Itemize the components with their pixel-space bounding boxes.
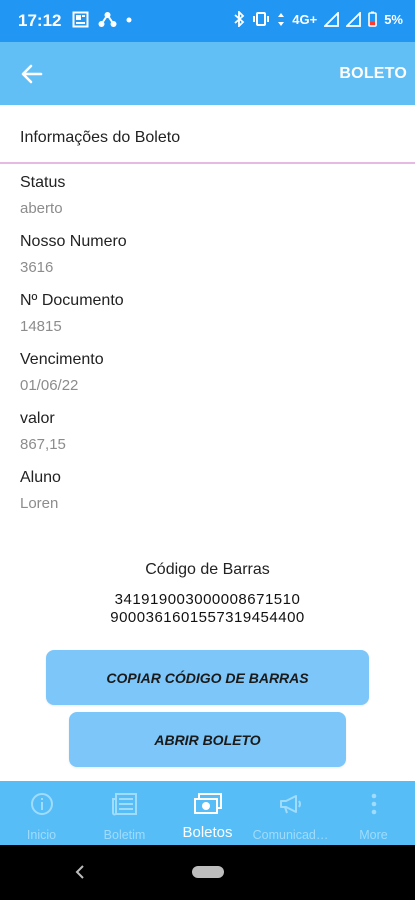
dot-icon (126, 17, 132, 22)
status-bar: 17:12 4G+ 5% (0, 0, 415, 42)
field-nosso-numero: Nosso Numero 3616 (20, 231, 127, 290)
nav-label: Boletos (182, 824, 233, 841)
money-icon (193, 793, 222, 814)
field-label: Aluno (20, 469, 61, 486)
open-boleto-button[interactable]: ABRIR BOLETO (69, 712, 346, 767)
copy-barcode-button[interactable]: COPIAR CÓDIGO DE BARRAS (46, 650, 369, 705)
info-icon (30, 793, 53, 815)
nav-item-inicio[interactable]: Inicio (0, 781, 83, 845)
field-status: Status aberto (20, 172, 127, 231)
arrow-back-icon (21, 64, 43, 84)
field-label: Nº Documento (20, 292, 124, 309)
battery-low-icon (368, 11, 378, 27)
field-aluno: Aluno Loren (20, 467, 127, 526)
barcode-value: 341919003000008671510 900036160155731945… (100, 591, 315, 627)
section-divider (0, 162, 415, 164)
nav-item-boletim[interactable]: Boletim (83, 781, 166, 845)
network-type: 4G+ (292, 11, 318, 27)
system-home-button[interactable] (192, 866, 224, 878)
field-label: Status (20, 174, 66, 191)
system-nav-bar (0, 845, 415, 900)
app-bar: BOLETO (0, 42, 415, 105)
page-title: BOLETO (339, 65, 407, 82)
barcode-title: Código de Barras (145, 561, 270, 578)
nav-item-comunicados[interactable]: Comunicad… (249, 781, 332, 845)
barcode-line-2: 900036160155731945440​0 (110, 609, 305, 626)
vibrate-icon (253, 12, 270, 26)
field-label: Vencimento (20, 351, 104, 368)
field-value: aberto (20, 200, 63, 217)
status-time: 17:12 (18, 11, 62, 30)
nav-label: More (359, 828, 388, 842)
data-arrows-icon (278, 12, 285, 26)
news-notification-icon (72, 11, 89, 28)
boleto-details: Status aberto Nosso Numero 3616 Nº Docum… (20, 172, 127, 526)
megaphone-icon (279, 795, 301, 814)
battery-percent: 5% (384, 11, 403, 27)
back-button[interactable] (14, 57, 50, 91)
bottom-nav: Inicio Boletim Boletos Comunicad… More (0, 781, 415, 845)
bluetooth-icon (234, 11, 245, 27)
field-value: 3616 (20, 259, 54, 276)
more-vertical-icon (371, 793, 376, 815)
nav-label: Inicio (26, 828, 57, 842)
system-back-icon[interactable] (74, 863, 86, 881)
field-documento: Nº Documento 14815 (20, 290, 127, 349)
network-notification-icon (98, 12, 117, 27)
field-value: 14815 (20, 318, 62, 335)
field-label: Nosso Numero (20, 233, 127, 250)
field-value: 867,15 (20, 436, 66, 453)
nav-item-boletos[interactable]: Boletos (166, 781, 249, 845)
newspaper-icon (111, 793, 137, 816)
field-valor: valor 867,15 (20, 408, 127, 467)
signal-2-icon (346, 11, 362, 27)
field-value: 01/06/22 (20, 377, 79, 394)
field-label: valor (20, 410, 55, 427)
signal-icon (324, 11, 340, 27)
field-value: Loren (20, 495, 59, 512)
section-title: Informações do Boleto (20, 129, 181, 146)
nav-label: Boletim (103, 828, 146, 842)
status-right: 4G+ 5% (234, 11, 403, 27)
nav-label: Comunicad… (252, 828, 329, 842)
notification-icons (72, 11, 132, 28)
nav-item-more[interactable]: More (332, 781, 415, 845)
barcode-line-1: 341919003000008671510 (114, 591, 301, 608)
field-vencimento: Vencimento 01/06/22 (20, 349, 127, 408)
